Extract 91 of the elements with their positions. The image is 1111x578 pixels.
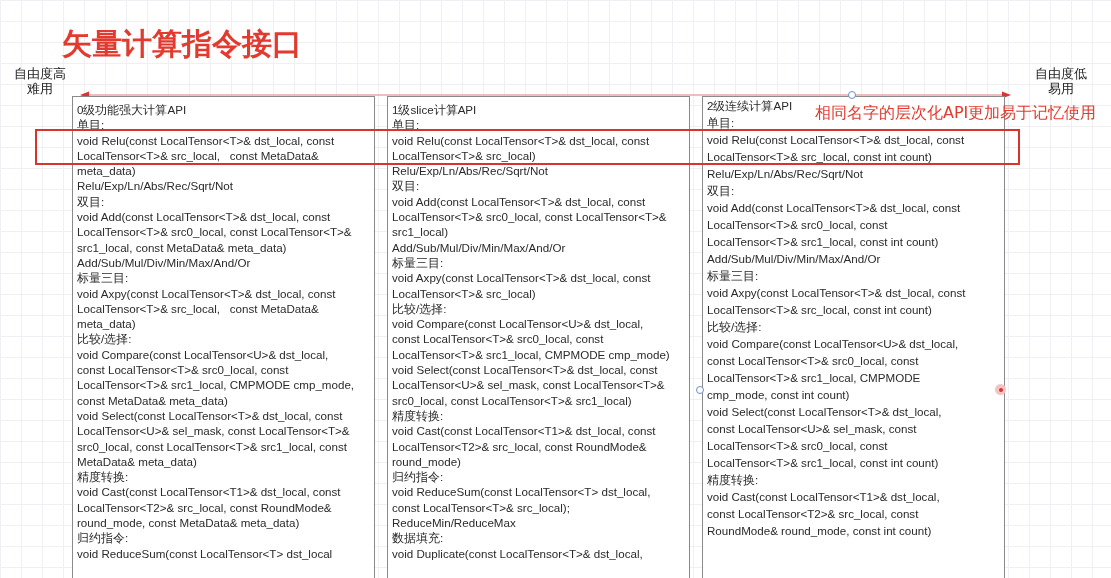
code-line: MetaData& meta_data) <box>77 453 197 470</box>
code-line: void Cast(const LocalTensor<T1>& dst_local, <box>707 489 940 505</box>
code-line: src0_local, const LocalTensor<T>& src1_local) <box>392 392 632 408</box>
code-line: 1级slice计算API <box>392 102 477 118</box>
code-line: void Select(const LocalTensor<T>& dst_local, <box>707 404 942 420</box>
code-line: Relu/Exp/Ln/Abs/Rec/Sqrt/Not <box>77 178 233 194</box>
scale-label: 自由度低 易用 <box>1034 66 1088 96</box>
code-line: void ReduceSum(const LocalTensor<T> dst_local <box>77 545 333 561</box>
code-line: LocalTensor<T>& src1_local, const int count) <box>707 455 939 471</box>
code-line: LocalTensor<T>& src_local) <box>392 147 536 164</box>
code-line: 比较/选择: <box>392 300 447 317</box>
code-line: const LocalTensor<U>& sel_mask, const <box>707 421 917 437</box>
rotation-handle[interactable] <box>995 384 1006 395</box>
code-line: round_mode) <box>392 453 461 470</box>
code-line: round_mode, const MetaData& meta_data) <box>77 515 300 531</box>
code-line: LocalTensor<T>& src_local, const MetaData& <box>77 300 319 317</box>
code-line: LocalTensor<T>& src_local, const MetaData& <box>77 147 319 164</box>
code-line: meta_data) <box>77 163 136 179</box>
code-line: RoundMode& round_mode, const int count) <box>707 523 932 539</box>
code-line: const LocalTensor<T>& src_local); <box>392 499 570 515</box>
code-line: const LocalTensor<T>& src0_local, const <box>77 362 289 378</box>
code-line: void Compare(const LocalTensor<U>& dst_local, <box>77 346 329 363</box>
code-line: src0_local, const LocalTensor<T>& src1_local, const <box>77 438 347 454</box>
code-line: void Select(const LocalTensor<T>& dst_local, const <box>77 407 343 424</box>
code-line: 精度转换: <box>707 472 759 488</box>
code-line: const LocalTensor<T>& src0_local, const <box>707 353 919 369</box>
code-line: void Compare(const LocalTensor<U>& dst_local, <box>707 336 959 352</box>
code-line: 比较/选择: <box>77 331 132 347</box>
code-line: void Add(const LocalTensor<T>& dst_local, const <box>77 209 331 225</box>
code-line: 归约指令: <box>77 530 129 546</box>
code-line: void Add(const LocalTensor<T>& dst_local, const <box>707 200 961 216</box>
code-line: void Compare(const LocalTensor<U>& dst_local, <box>392 316 644 332</box>
code-line: LocalTensor<T>& src_local, const int count) <box>707 149 932 165</box>
code-line: 比较/选择: <box>707 319 762 335</box>
code-line: cmp_mode, const int count) <box>707 387 850 403</box>
code-line: Add/Sub/Mul/Div/Min/Max/And/Or <box>392 239 566 255</box>
code-line: LocalTensor<U>& sel_mask, const LocalTensor<T>& <box>392 377 665 393</box>
code-line: 2级连续计算API <box>707 98 793 114</box>
slide-title: 矢量计算指令接口 <box>62 26 302 62</box>
code-line: 0级功能强大计算API <box>77 102 187 118</box>
code-line: void Axpy(const LocalTensor<T>& dst_local, const <box>77 285 336 301</box>
code-line: 标量三目: <box>392 254 444 271</box>
code-line: void Axpy(const LocalTensor<T>& dst_local, const <box>392 270 651 286</box>
code-line: LocalTensor<T>& src_local, const int count) <box>707 302 932 318</box>
code-line: Add/Sub/Mul/Div/Min/Max/And/Or <box>77 254 251 271</box>
code-line: 双目: <box>77 193 105 210</box>
code-line: Relu/Exp/Ln/Abs/Rec/Sqrt/Not <box>392 163 548 179</box>
code-line: void Select(const LocalTensor<T>& dst_local, const <box>392 362 658 378</box>
code-line: 双目: <box>707 183 735 199</box>
scale-label: 自由度高 难用 <box>13 66 67 96</box>
code-line: const LocalTensor<T>& src0_local, const <box>392 331 604 347</box>
code-line: LocalTensor<T>& src1_local, CMPMODE cmp_mode) <box>392 346 670 363</box>
code-line: LocalTensor<T>& src1_local, CMPMODE cmp_mode, <box>77 377 355 393</box>
code-line: meta_data) <box>77 316 136 332</box>
selection-handle[interactable] <box>696 386 704 394</box>
code-line: void Duplicate(const LocalTensor<T>& dst_local, <box>392 545 643 561</box>
code-line: void Cast(const LocalTensor<T1>& dst_local, const <box>392 423 656 439</box>
code-line: 数据填充: <box>392 530 444 546</box>
callout-text: 相同名字的层次化API更加易于记忆使用 <box>815 103 1097 123</box>
code-line: LocalTensor<T>& src0_local, const LocalTensor<T>& <box>77 224 352 240</box>
code-line: 双目: <box>392 178 420 194</box>
code-line: 标量三目: <box>707 268 759 284</box>
code-line: LocalTensor<T2>& src_local, const RoundMode& <box>77 499 332 515</box>
code-line: LocalTensor<T2>& src_local, const RoundMode& <box>392 438 647 454</box>
code-line: LocalTensor<T>& src0_local, const LocalTensor<T>& <box>392 209 667 225</box>
selection-handle[interactable] <box>848 91 856 99</box>
code-line: const LocalTensor<T2>& src_local, const <box>707 506 919 522</box>
code-line: Add/Sub/Mul/Div/Min/Max/And/Or <box>707 251 881 267</box>
code-line: src1_local) <box>392 224 449 240</box>
code-line: LocalTensor<U>& sel_mask, const LocalTensor<T>& <box>77 423 350 439</box>
code-line: LocalTensor<T>& src0_local, const <box>707 217 888 233</box>
code-line: LocalTensor<T>& src0_local, const <box>707 438 888 454</box>
code-line: src1_local, const MetaData& meta_data) <box>77 239 287 255</box>
code-line: 归约指令: <box>392 469 444 485</box>
code-line: void Add(const LocalTensor<T>& dst_local, const <box>392 193 646 210</box>
code-line: 精度转换: <box>77 469 129 485</box>
code-line: 单目: <box>707 115 735 131</box>
code-line: LocalTensor<T>& src1_local, CMPMODE <box>707 370 921 386</box>
code-line: void Relu(const LocalTensor<T>& dst_local, const <box>392 132 650 148</box>
code-line: LocalTensor<T>& src_local) <box>392 285 536 301</box>
code-line: 标量三目: <box>77 270 129 286</box>
code-line: void Axpy(const LocalTensor<T>& dst_local, const <box>707 285 966 301</box>
code-line: ReduceMin/ReduceMax <box>392 515 516 531</box>
code-line: 精度转换: <box>392 407 444 424</box>
code-line: const MetaData& meta_data) <box>77 392 228 408</box>
code-line: void ReduceSum(const LocalTensor<T> dst_local, <box>392 484 651 500</box>
code-line: void Relu(const LocalTensor<T>& dst_local, const <box>707 132 965 148</box>
code-line: void Relu(const LocalTensor<T>& dst_local, const <box>77 132 335 148</box>
code-line: Relu/Exp/Ln/Abs/Rec/Sqrt/Not <box>707 166 863 182</box>
code-line: void Cast(const LocalTensor<T1>& dst_local, const <box>77 484 341 500</box>
code-line: LocalTensor<T>& src1_local, const int count) <box>707 234 939 250</box>
